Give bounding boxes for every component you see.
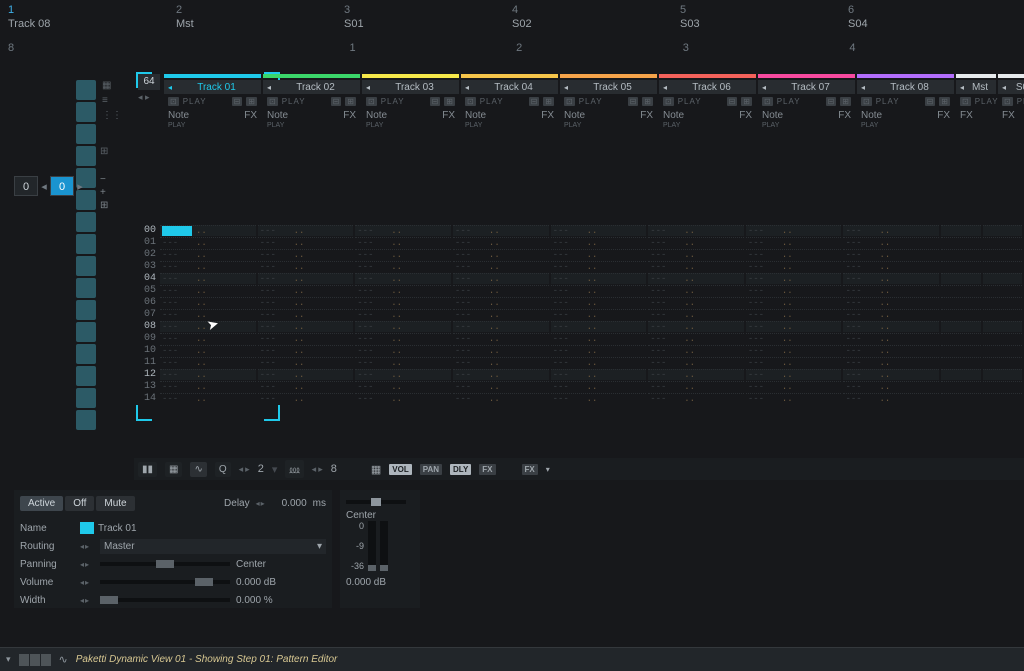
pan-slider[interactable] [346, 500, 406, 504]
track-header[interactable]: ◂Track 06⊡PLAY⊟⊞NoteFXPLAY [659, 74, 756, 132]
track-header[interactable]: ◂S0⊡PLAYFX [998, 74, 1024, 132]
scope-slot[interactable] [76, 410, 96, 430]
top-screen-nav2[interactable]: 81234 [0, 40, 1024, 66]
level-meter-l [368, 521, 376, 571]
record-icon[interactable]: ▮▮ [138, 462, 157, 477]
scope-slot[interactable] [76, 212, 96, 232]
tab-active[interactable]: Active [20, 496, 63, 511]
pattern-rows[interactable]: 00---..---..---..---..---..---..---..---… [138, 224, 1024, 404]
scope-slot[interactable] [76, 388, 96, 408]
panning-slider[interactable] [100, 562, 230, 566]
screen-tab[interactable]: 1Track 08 [8, 4, 176, 36]
pattern-nav[interactable]: ◂ ▸ [138, 92, 150, 103]
status-message: Paketti Dynamic View 01 - Showing Step 0… [76, 654, 338, 665]
delay-value[interactable]: 0.000 [282, 498, 307, 509]
track-area: 64 ◂ ▸ ◂Track 01⊡PLAY⊟⊞NoteFXPLAY◂Track … [134, 70, 1024, 516]
wrap-icon[interactable]: ∿ [190, 462, 206, 477]
screen-tab[interactable]: 3S01 [344, 4, 512, 36]
top-screen-nav[interactable]: 1Track 082Mst3S014S025S036S04 [0, 0, 1024, 40]
status-bar: ▾ ∿ Paketti Dynamic View 01 - Showing St… [0, 647, 1024, 671]
screen-tab[interactable]: 2Mst [176, 4, 344, 36]
track-header[interactable]: ◂Track 01⊡PLAY⊟⊞NoteFXPLAY [164, 74, 261, 132]
seq-misc-icon[interactable]: ⊞ [100, 146, 108, 157]
seq-plus-minus[interactable]: −+⊞ [100, 174, 108, 211]
track-header[interactable]: ◂Track 05⊡PLAY⊟⊞NoteFXPLAY [560, 74, 657, 132]
scope-slot[interactable] [76, 234, 96, 254]
pattern-length[interactable]: 64 [138, 74, 160, 90]
scope-slot[interactable] [76, 124, 96, 144]
scope-slot[interactable] [76, 146, 96, 166]
status-wave-icon[interactable]: ∿ [59, 653, 68, 666]
scope-slot[interactable] [76, 366, 96, 386]
status-group-icon[interactable] [19, 654, 51, 666]
track-header[interactable]: ◂Track 08⊡PLAY⊟⊞NoteFXPLAY [857, 74, 954, 132]
pattern-icons[interactable]: ▦≡⋮⋮ [102, 80, 122, 121]
track-header[interactable]: ◂Track 04⊡PLAY⊟⊞NoteFXPLAY [461, 74, 558, 132]
grid-icon[interactable]: ▦ [371, 463, 381, 476]
scope-slot[interactable] [76, 256, 96, 276]
seq-left-arrow[interactable]: ◂ [39, 180, 49, 193]
volume-slider[interactable] [100, 580, 230, 584]
scope-slot[interactable] [76, 80, 96, 100]
pattern-editor: ▦≡⋮⋮ ⊞ 0 ◂ 0 ▸ −+⊞ 64 ◂ ▸ ◂Track 01⊡PLAY… [0, 66, 1024, 516]
width-slider[interactable] [100, 598, 230, 602]
screen-tab[interactable]: 5S03 [680, 4, 848, 36]
screen-tab[interactable]: 4S02 [512, 4, 680, 36]
scope-slot[interactable] [76, 300, 96, 320]
follow-icon[interactable]: ▦ [165, 462, 182, 477]
track-headers: ◂Track 01⊡PLAY⊟⊞NoteFXPLAY◂Track 02⊡PLAY… [164, 74, 1024, 132]
scopes-column[interactable] [76, 80, 96, 430]
status-expand-icon[interactable]: ▾ [6, 654, 11, 665]
screen-tab[interactable]: 6S04 [848, 4, 1016, 36]
scope-slot[interactable] [76, 322, 96, 342]
track-color-swatch[interactable] [80, 522, 94, 534]
scope-slot[interactable] [76, 102, 96, 122]
sequencer-cell[interactable]: 0 ◂ 0 ▸ [14, 176, 85, 196]
track-properties: Active Off Mute Delay ◂▸ 0.000 ms Name T… [14, 490, 332, 608]
chord-icon[interactable]: ⅏ [285, 460, 303, 478]
track-header[interactable]: ◂Track 07⊡PLAY⊟⊞NoteFXPLAY [758, 74, 855, 132]
seq-right-arrow[interactable]: ▸ [75, 180, 85, 193]
tab-off[interactable]: Off [65, 496, 94, 511]
scope-slot[interactable] [76, 344, 96, 364]
track-header[interactable]: ◂Track 03⊡PLAY⊟⊞NoteFXPLAY [362, 74, 459, 132]
meter-panel: Center 0 -9 -36 0.000 dB [340, 490, 420, 608]
routing-dropdown[interactable]: Master▾ [100, 539, 326, 554]
pattern-toolbar[interactable]: ▮▮ ▦ ∿ Q ◂▸ 2 ▾ ⅏ ◂▸ 8 ▦ VOL PAN DLY FX … [134, 458, 1024, 480]
tab-mute[interactable]: Mute [96, 496, 134, 511]
level-meter-r [380, 521, 388, 571]
loop-icon[interactable]: Q [215, 462, 231, 477]
track-name-input[interactable]: Track 01 [98, 523, 137, 534]
track-header[interactable]: ◂Track 02⊡PLAY⊟⊞NoteFXPLAY [263, 74, 360, 132]
track-header[interactable]: ◂Mst⊡PLAYFX [956, 74, 996, 132]
scope-slot[interactable] [76, 278, 96, 298]
